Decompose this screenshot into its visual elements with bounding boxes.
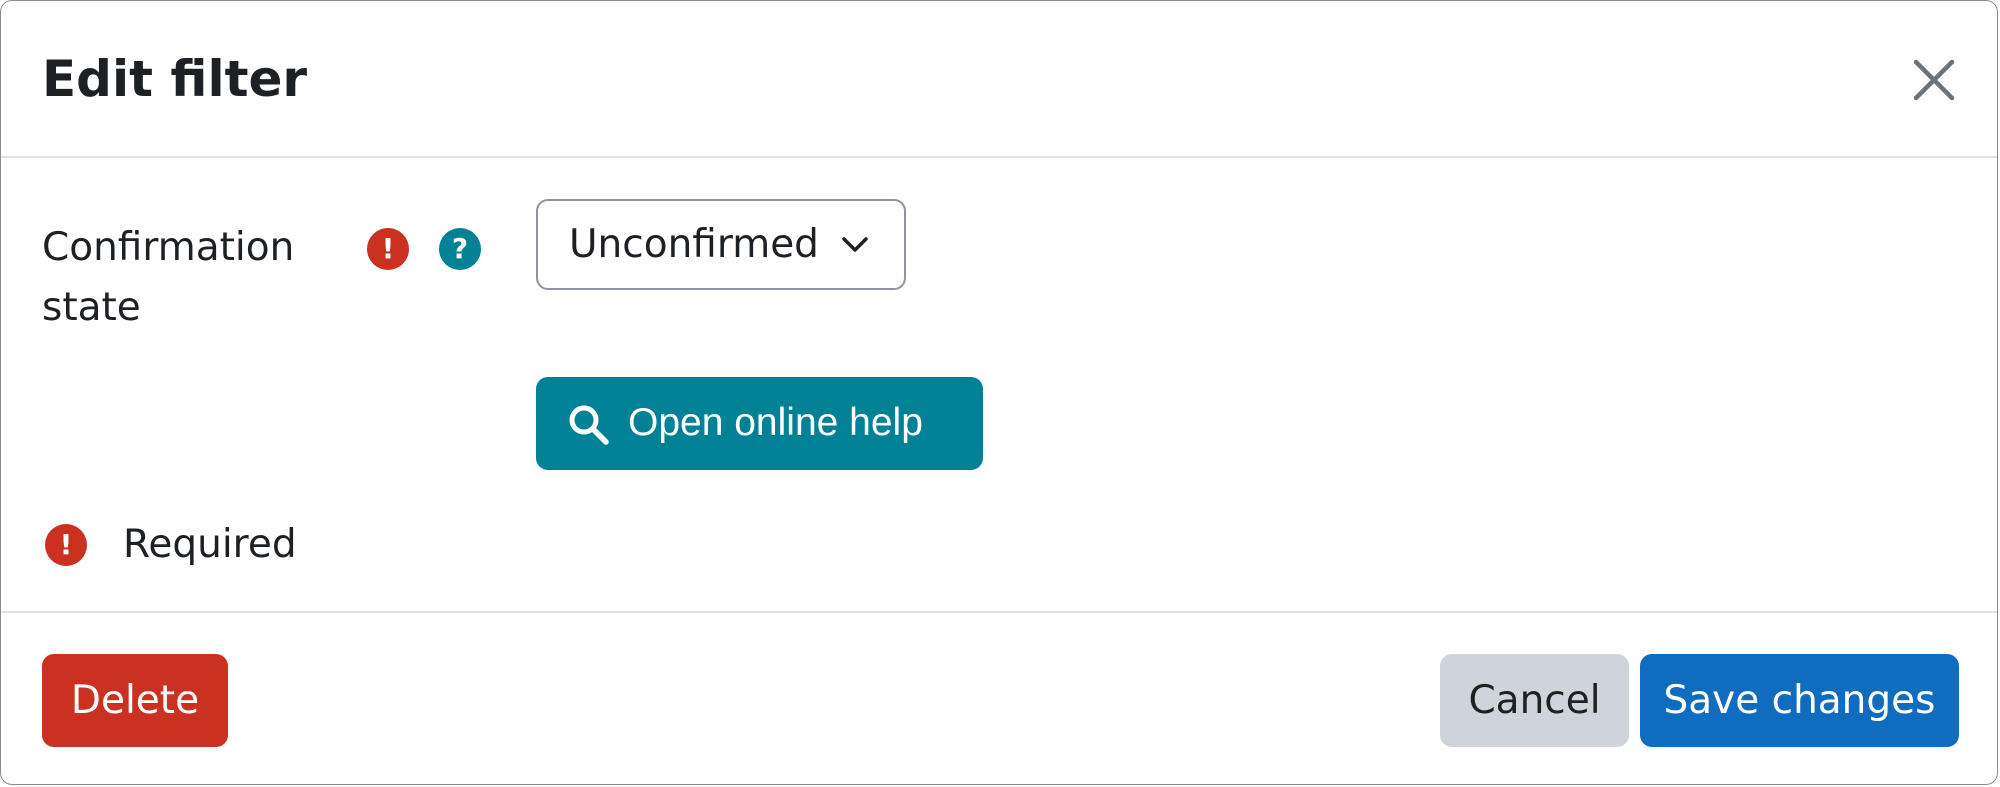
required-note-icon: ! bbox=[45, 524, 87, 566]
required-note-text: Required bbox=[123, 522, 297, 567]
save-changes-button[interactable]: Save changes bbox=[1640, 654, 1959, 747]
edit-filter-dialog: Edit filter Confirmation state ! ? Uncon… bbox=[0, 0, 1998, 785]
confirmation-state-select[interactable]: Unconfirmed bbox=[536, 199, 906, 290]
required-icon: ! bbox=[367, 228, 409, 270]
open-online-help-button[interactable]: Open online help bbox=[536, 377, 983, 470]
open-online-help-label: Open online help bbox=[628, 401, 923, 444]
dialog-footer: Delete Cancel Save changes bbox=[1, 611, 1997, 786]
delete-button[interactable]: Delete bbox=[42, 654, 228, 747]
dialog-body: Confirmation state ! ? Unconfirmed Open … bbox=[1, 158, 1997, 611]
cancel-button[interactable]: Cancel bbox=[1440, 654, 1629, 747]
close-icon bbox=[1913, 59, 1955, 101]
help-icon[interactable]: ? bbox=[439, 228, 481, 270]
dialog-title: Edit filter bbox=[42, 50, 308, 108]
select-selected-value: Unconfirmed bbox=[569, 222, 819, 267]
dialog-header: Edit filter bbox=[1, 1, 1997, 158]
search-icon bbox=[569, 405, 609, 445]
chevron-down-icon bbox=[842, 237, 868, 252]
confirmation-state-label: Confirmation state bbox=[42, 225, 295, 330]
close-button[interactable] bbox=[1907, 53, 1961, 107]
